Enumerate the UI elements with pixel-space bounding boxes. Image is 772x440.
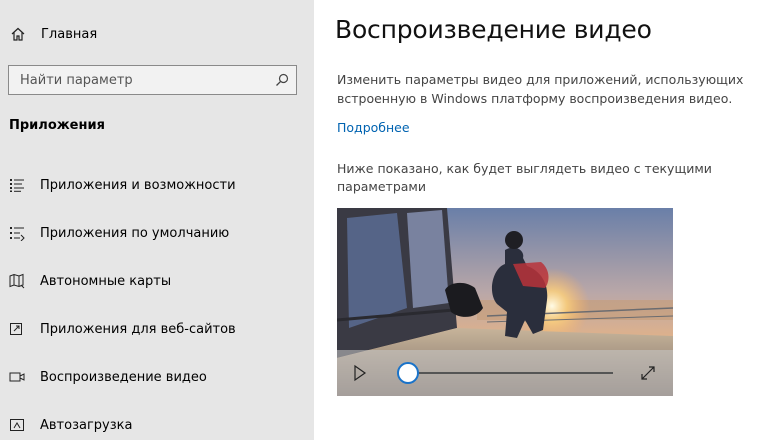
sidebar-item-apps-websites[interactable]: Приложения для веб-сайтов xyxy=(0,305,314,353)
play-icon[interactable] xyxy=(352,364,368,382)
main-content: Воспроизведение видео Изменить параметры… xyxy=(314,0,772,440)
sidebar-item-startup[interactable]: Автозагрузка xyxy=(0,401,314,440)
sidebar-item-offline-maps[interactable]: Автономные карты xyxy=(0,257,314,305)
sidebar-item-default-apps[interactable]: Приложения по умолчанию xyxy=(0,209,314,257)
apps-list-icon xyxy=(8,176,26,194)
video-playback-icon xyxy=(8,368,26,386)
video-controls xyxy=(337,350,673,396)
search-box[interactable]: Найти параметр xyxy=(8,65,297,95)
sidebar-item-apps-features[interactable]: Приложения и возможности xyxy=(0,161,314,209)
sidebar-item-label: Приложения и возможности xyxy=(40,177,236,193)
settings-window: Главная Найти параметр Приложения Прилож… xyxy=(0,0,772,440)
sidebar-item-label: Приложения по умолчанию xyxy=(40,225,230,241)
default-apps-icon xyxy=(8,224,26,242)
fullscreen-icon[interactable] xyxy=(639,364,657,382)
search-input[interactable]: Найти параметр xyxy=(20,73,274,88)
preview-description: Ниже показано, как будет выглядеть видео… xyxy=(337,161,712,194)
seek-thumb[interactable] xyxy=(397,362,419,384)
home-icon xyxy=(8,24,28,44)
page-description: Изменить параметры видео для приложений,… xyxy=(337,72,744,106)
video-preview[interactable] xyxy=(337,208,673,396)
startup-icon xyxy=(8,416,26,434)
sidebar-item-label: Автозагрузка xyxy=(40,417,133,433)
sidebar-nav: Приложения и возможности Приложения по у… xyxy=(0,161,314,440)
offline-maps-icon xyxy=(8,272,26,290)
apps-for-websites-icon xyxy=(8,320,26,338)
learn-more-link[interactable]: Подробнее xyxy=(337,120,410,135)
sidebar-item-label: Воспроизведение видео xyxy=(40,369,207,385)
home-nav-item[interactable]: Главная xyxy=(8,21,298,47)
sidebar-item-video-playback[interactable]: Воспроизведение видео xyxy=(0,353,314,401)
sidebar-item-label: Автономные карты xyxy=(40,273,172,289)
sidebar: Главная Найти параметр Приложения Прилож… xyxy=(0,0,314,440)
page-title: Воспроизведение видео xyxy=(335,15,652,44)
seek-track[interactable] xyxy=(407,372,613,374)
home-label: Главная xyxy=(41,26,98,42)
sidebar-item-label: Приложения для веб-сайтов xyxy=(40,321,236,337)
search-icon[interactable] xyxy=(274,72,290,88)
section-title: Приложения xyxy=(9,118,105,133)
